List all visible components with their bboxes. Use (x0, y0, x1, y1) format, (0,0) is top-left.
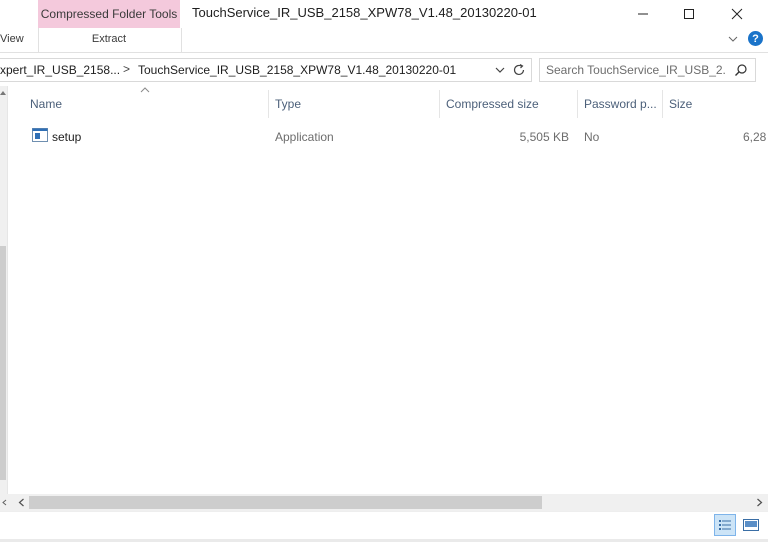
details-view-button[interactable] (714, 514, 736, 536)
context-tab-group-label: Compressed Folder Tools (40, 7, 178, 21)
scroll-up-arrow-icon[interactable] (0, 90, 6, 96)
column-header-password-protected[interactable]: Password p... (584, 97, 657, 111)
refresh-icon (513, 63, 525, 76)
breadcrumb-current[interactable]: TouchService_IR_USB_2158_XPW78_V1.48_201… (138, 63, 456, 77)
column-header-type[interactable]: Type (275, 97, 301, 111)
minimize-icon (638, 13, 648, 15)
maximize-button[interactable] (666, 0, 712, 28)
maximize-icon (684, 9, 694, 19)
tab-extract[interactable]: Extract (38, 33, 180, 45)
window-title: TouchService_IR_USB_2158_XPW78_V1.48_201… (192, 5, 537, 20)
column-header-name[interactable]: Name (30, 97, 62, 111)
tab-view[interactable]: View (0, 33, 24, 45)
nav-pane-scroll-left[interactable] (0, 496, 8, 509)
navigation-pane-scroll-thumb[interactable] (0, 246, 6, 480)
sort-ascending-icon (140, 87, 150, 93)
horizontal-scroll-thumb[interactable] (29, 496, 542, 509)
chevron-right-icon (756, 498, 762, 507)
cell-type: Application (275, 130, 334, 144)
scroll-left-button[interactable] (14, 496, 28, 509)
breadcrumb-separator[interactable]: > (123, 62, 130, 76)
expand-ribbon-button[interactable] (726, 31, 740, 47)
chevron-left-icon (1, 499, 6, 506)
cell-password-protected: No (584, 130, 600, 144)
address-history-dropdown[interactable] (493, 62, 507, 78)
help-button[interactable]: ? (748, 31, 763, 46)
close-icon (731, 8, 743, 20)
large-icons-view-button[interactable] (740, 514, 762, 536)
large-icons-view-icon (743, 519, 759, 531)
cell-size: 6,28 (743, 130, 767, 144)
table-row[interactable] (28, 124, 768, 146)
chevron-down-icon (495, 67, 505, 73)
cell-compressed-size: 5,505 KB (519, 130, 569, 144)
application-icon (32, 128, 48, 142)
minimize-button[interactable] (620, 0, 666, 28)
search-input[interactable]: Search TouchService_IR_USB_2... (546, 63, 726, 77)
chevron-down-icon (728, 36, 738, 42)
chevron-left-icon (18, 498, 24, 507)
search-icon[interactable] (733, 62, 749, 78)
details-view-icon (719, 520, 731, 530)
column-divider[interactable] (268, 90, 269, 118)
breadcrumb-parent[interactable]: xpert_IR_USB_2158... (0, 63, 120, 77)
column-divider[interactable] (577, 90, 578, 118)
scroll-right-button[interactable] (752, 496, 766, 509)
column-header-size[interactable]: Size (669, 97, 692, 111)
refresh-button[interactable] (511, 62, 527, 78)
cell-name[interactable]: setup (52, 130, 81, 144)
column-divider[interactable] (439, 90, 440, 118)
close-button[interactable] (714, 0, 760, 28)
column-divider[interactable] (662, 90, 663, 118)
column-header-compressed-size[interactable]: Compressed size (446, 97, 539, 111)
